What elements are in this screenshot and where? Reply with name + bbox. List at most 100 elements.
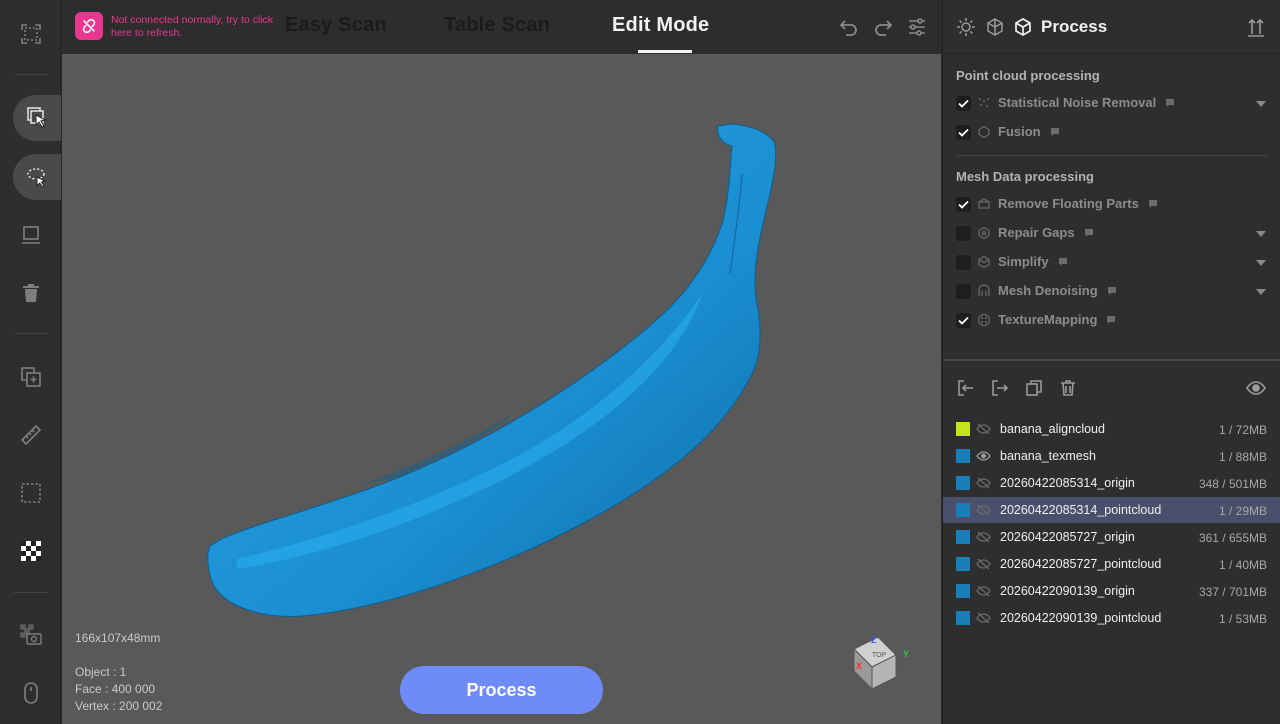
crop-box-icon[interactable] [14, 476, 48, 510]
info-note-icon[interactable] [1058, 257, 1068, 267]
gizmo-x-label: X [856, 661, 862, 671]
object-name: 20260422090139_origin [1000, 584, 1135, 598]
proc-item-remove-floating-parts[interactable]: Remove Floating Parts [943, 194, 1280, 216]
color-swatch[interactable] [956, 422, 970, 436]
color-swatch[interactable] [956, 611, 970, 625]
section-divider [956, 155, 1268, 156]
undo-icon[interactable] [838, 16, 860, 38]
tab-edit-mode[interactable]: Edit Mode [612, 14, 709, 37]
proc-item-statistical-noise-removal[interactable]: Statistical Noise Removal [943, 93, 1280, 115]
hidden-eye-icon[interactable] [976, 530, 991, 544]
screen-icon[interactable] [14, 218, 48, 252]
active-tab-indicator [638, 50, 692, 53]
info-note-icon[interactable] [1050, 127, 1060, 137]
object-row[interactable]: 20260422085727_origin 361 / 655MB [943, 524, 1280, 550]
object-row[interactable]: 20260422085314_origin 348 / 501MB [943, 470, 1280, 496]
object-size: 337 / 701MB [1198, 585, 1267, 599]
hidden-eye-icon[interactable] [976, 503, 991, 517]
copy-icon[interactable] [1024, 378, 1044, 398]
object-name: banana_aligncloud [1000, 422, 1105, 436]
info-note-icon[interactable] [1107, 286, 1117, 296]
color-swatch[interactable] [956, 449, 970, 463]
fusion-icon [977, 125, 991, 139]
trash-icon[interactable] [14, 276, 48, 310]
chevron-down-icon[interactable] [1255, 99, 1267, 109]
panel-divider [943, 359, 1280, 361]
checkbox[interactable] [956, 96, 971, 111]
proc-item-simplify[interactable]: Simplify [943, 252, 1280, 274]
settings-sliders-icon[interactable] [906, 16, 928, 38]
ruler-icon[interactable] [14, 418, 48, 452]
checkbox[interactable] [956, 313, 971, 328]
screenshot-icon[interactable] [14, 618, 48, 652]
import-icon[interactable] [956, 378, 976, 398]
checkbox[interactable] [956, 197, 971, 212]
proc-label: Simplify [998, 254, 1049, 269]
lasso-select-icon[interactable] [13, 154, 61, 200]
proc-item-fusion[interactable]: Fusion [943, 122, 1280, 144]
color-swatch[interactable] [956, 584, 970, 598]
object-row[interactable]: 20260422085314_pointcloud 1 / 29MB [943, 497, 1280, 523]
info-note-icon[interactable] [1148, 199, 1158, 209]
checkbox[interactable] [956, 284, 971, 299]
object-row[interactable]: banana_texmesh 1 / 88MB [943, 443, 1280, 469]
fullscreen-icon[interactable] [14, 17, 48, 51]
object-size: 1 / 29MB [1218, 504, 1267, 518]
texture-icon[interactable] [984, 16, 1006, 38]
hidden-eye-icon[interactable] [976, 584, 991, 598]
tab-easy-scan[interactable]: Easy Scan [285, 14, 387, 37]
color-swatch[interactable] [956, 530, 970, 544]
sort-icon[interactable] [1245, 16, 1267, 38]
panel-header: Process [943, 0, 1280, 54]
chevron-down-icon[interactable] [1255, 229, 1267, 239]
object-name: 20260422090139_pointcloud [1000, 611, 1162, 625]
color-swatch[interactable] [956, 476, 970, 490]
sun-icon[interactable] [955, 16, 977, 38]
object-row[interactable]: 20260422085727_pointcloud 1 / 40MB [943, 551, 1280, 577]
duplicate-add-icon[interactable] [14, 360, 48, 394]
object-row[interactable]: 20260422090139_pointcloud 1 / 53MB [943, 605, 1280, 631]
color-swatch[interactable] [956, 557, 970, 571]
disconnected-link-icon[interactable] [75, 12, 103, 40]
object-row[interactable]: 20260422090139_origin 337 / 701MB [943, 578, 1280, 604]
delete-icon[interactable] [1058, 378, 1078, 398]
chevron-down-icon[interactable] [1255, 258, 1267, 268]
hidden-eye-icon[interactable] [976, 476, 991, 490]
hidden-eye-icon[interactable] [976, 422, 991, 436]
info-note-icon[interactable] [1165, 98, 1175, 108]
proc-item-repair-gaps[interactable]: Repair Gaps [943, 223, 1280, 245]
proc-item-texture-mapping[interactable]: TextureMapping [943, 310, 1280, 332]
checkbox[interactable] [956, 125, 971, 140]
orientation-gizmo[interactable]: TOP Z Y X [842, 627, 912, 697]
banana-model[interactable] [62, 54, 941, 724]
info-note-icon[interactable] [1106, 315, 1116, 325]
object-row[interactable]: banana_aligncloud 1 / 72MB [943, 416, 1280, 442]
cube-process-icon[interactable] [1012, 16, 1034, 38]
hidden-eye-icon[interactable] [976, 611, 991, 625]
noise-icon [977, 96, 991, 110]
process-button[interactable]: Process [400, 666, 603, 714]
3d-viewport[interactable]: 166x107x48mm Object : 1 Face : 400 000 V… [62, 54, 941, 724]
mouse-icon[interactable] [14, 676, 48, 710]
visible-eye-icon[interactable] [976, 449, 991, 463]
panel-title: Process [1041, 17, 1108, 36]
toolbar-divider [14, 333, 48, 334]
redo-icon[interactable] [872, 16, 894, 38]
checkbox[interactable] [956, 255, 971, 270]
checkbox[interactable] [956, 226, 971, 241]
select-tool-icon[interactable] [13, 95, 61, 141]
model-dimensions: 166x107x48mm [75, 631, 161, 645]
info-note-icon[interactable] [1084, 228, 1094, 238]
export-icon[interactable] [990, 378, 1010, 398]
proc-label: Repair Gaps [998, 225, 1075, 240]
tab-table-scan[interactable]: Table Scan [444, 14, 550, 37]
hidden-eye-icon[interactable] [976, 557, 991, 571]
proc-item-mesh-denoising[interactable]: Mesh Denoising [943, 281, 1280, 303]
color-swatch[interactable] [956, 503, 970, 517]
eye-icon[interactable] [1246, 378, 1266, 398]
proc-label: TextureMapping [998, 312, 1098, 327]
object-name: 20260422085727_pointcloud [1000, 557, 1162, 571]
chevron-down-icon[interactable] [1255, 287, 1267, 297]
connection-warning[interactable]: Not connected normally, try to click her… [111, 14, 281, 40]
checkerboard-texture-icon[interactable] [14, 534, 48, 568]
